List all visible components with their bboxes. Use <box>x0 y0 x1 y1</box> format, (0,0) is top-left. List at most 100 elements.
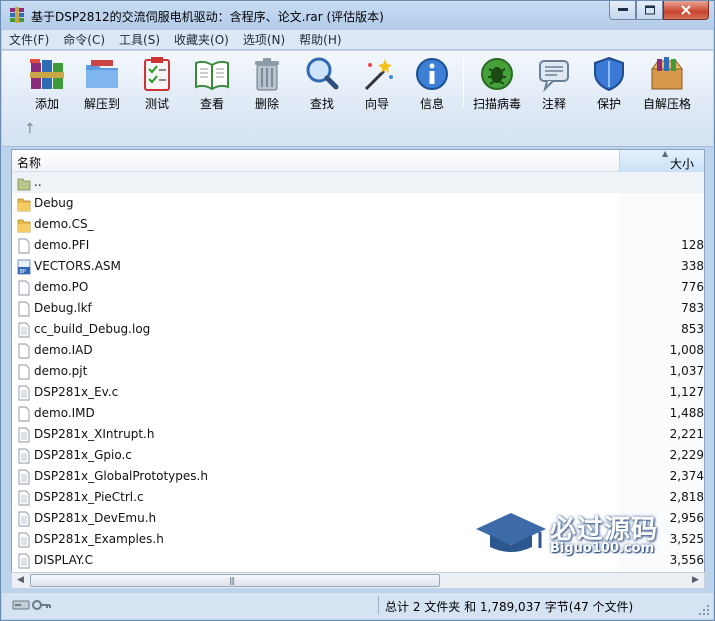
menu-options[interactable]: 选项(N) <box>236 30 292 50</box>
horizontal-scrollbar[interactable]: ◀ ||| ▶ <box>11 572 705 589</box>
file-icon <box>17 364 31 380</box>
close-icon <box>681 5 691 15</box>
file-name: Debug.lkf <box>34 301 92 315</box>
file-name: DSP281x_DevEmu.h <box>34 511 157 525</box>
file-name: DSP281x_XIntrupt.h <box>34 427 155 441</box>
virus-scan-icon <box>481 58 513 90</box>
folder-icon <box>17 175 31 191</box>
add-button[interactable]: 添加 <box>18 55 76 113</box>
table-row[interactable]: cc_build_Debug.log 853 <box>12 319 704 340</box>
svg-text:BP: BP <box>20 269 26 275</box>
file-icon <box>17 448 31 464</box>
winrar-window: 基于DSP2812的交流伺服电机驱动：含程序、论文.rar (评估版本) 文件(… <box>0 0 715 621</box>
column-header-size[interactable]: ▲ 大小 <box>619 150 704 172</box>
menu-bar: 文件(F) 命令(C) 工具(S) 收藏夹(O) 选项(N) 帮助(H) <box>2 30 713 50</box>
window-title: 基于DSP2812的交流伺服电机驱动：含程序、论文.rar (评估版本) <box>31 10 384 24</box>
test-label: 测试 <box>144 97 169 111</box>
table-row[interactable]: DSP281x_Gpio.c 2,229 <box>12 445 704 466</box>
minimize-icon <box>617 8 628 11</box>
file-name: cc_build_Debug.log <box>34 322 151 336</box>
file-icon <box>17 553 31 569</box>
table-row[interactable]: Debug.lkf 783 <box>12 298 704 319</box>
file-name: demo.IAD <box>34 343 93 357</box>
table-row[interactable]: DSP281x_XIntrupt.h 2,221 <box>12 424 704 445</box>
view-button[interactable]: 查看 <box>183 55 241 113</box>
table-row[interactable]: DSP281x_Ev.c 1,127 <box>12 382 704 403</box>
scroll-right-button[interactable]: ▶ <box>687 573 704 588</box>
file-size: 338 <box>681 259 704 273</box>
table-row[interactable]: demo.PO 776 <box>12 277 704 298</box>
minimize-button[interactable] <box>609 1 636 20</box>
sfx-button[interactable]: 自解压格 <box>638 55 696 113</box>
resize-grip-icon[interactable] <box>698 604 710 616</box>
table-row[interactable]: demo.IMD 1,488 <box>12 403 704 424</box>
table-row[interactable]: Debug <box>12 193 704 214</box>
view-book-icon <box>195 60 229 91</box>
sfx-label: 自解压格 <box>642 97 691 111</box>
add-books-icon <box>30 59 64 89</box>
info-button[interactable]: 信息 <box>403 55 461 113</box>
shield-icon <box>594 56 624 92</box>
menu-tools[interactable]: 工具(S) <box>112 30 167 50</box>
comment-button[interactable]: 注释 <box>525 55 583 113</box>
file-icon <box>17 301 31 317</box>
file-name: DSP281x_PieCtrl.c <box>34 490 144 504</box>
file-name: DSP281x_Ev.c <box>34 385 119 399</box>
file-size: 1,008 <box>669 343 704 357</box>
scroll-grip-icon: ||| <box>229 576 235 585</box>
scan-virus-button[interactable]: 扫描病毒 <box>468 55 526 113</box>
wizard-button[interactable]: 向导 <box>348 55 406 113</box>
file-size: 2,818 <box>669 490 704 504</box>
scroll-left-button[interactable]: ◀ <box>12 573 29 588</box>
wizard-label: 向导 <box>364 97 389 111</box>
status-summary: 总计 2 文件夹 和 1,789,037 字节(47 个文件) <box>385 600 634 614</box>
menu-command[interactable]: 命令(C) <box>56 30 112 50</box>
file-name: demo.PFI <box>34 238 90 252</box>
table-row[interactable]: demo.PFI 128 <box>12 235 704 256</box>
menu-help[interactable]: 帮助(H) <box>292 30 348 50</box>
protect-button[interactable]: 保护 <box>580 55 638 113</box>
maximize-button[interactable] <box>636 1 663 20</box>
info-label: 信息 <box>419 97 444 111</box>
drive-key-icon[interactable] <box>12 598 52 612</box>
menu-favorites[interactable]: 收藏夹(O) <box>167 30 236 50</box>
file-name: VECTORS.ASM <box>34 259 121 273</box>
close-button[interactable] <box>663 1 709 20</box>
table-row[interactable]: DSP281x_GlobalPrototypes.h 2,374 <box>12 466 704 487</box>
file-name: .. <box>34 175 42 189</box>
list-header: 名称 ▲ 大小 <box>12 150 704 172</box>
winrar-app-icon[interactable] <box>9 7 25 23</box>
table-row[interactable]: demo.pjt 1,037 <box>12 361 704 382</box>
scroll-thumb[interactable]: ||| <box>30 574 440 587</box>
file-icon <box>17 532 31 548</box>
sfx-box-icon <box>651 57 683 90</box>
file-size: 853 <box>681 322 704 336</box>
graduation-cap-icon <box>476 513 546 552</box>
table-row[interactable]: BP VECTORS.ASM 338 <box>12 256 704 277</box>
file-icon <box>17 511 31 527</box>
table-row[interactable]: demo.CS_ <box>12 214 704 235</box>
folder-icon <box>17 196 31 212</box>
extract-to-button[interactable]: 解压到 <box>73 55 131 113</box>
table-row[interactable]: demo.IAD 1,008 <box>12 340 704 361</box>
info-icon <box>416 58 448 90</box>
extract-folder-icon <box>86 60 118 88</box>
file-icon <box>17 322 31 338</box>
sort-ascending-icon: ▲ <box>662 149 669 158</box>
delete-button[interactable]: 删除 <box>238 55 296 113</box>
menu-file[interactable]: 文件(F) <box>2 30 56 50</box>
find-label: 查找 <box>309 97 334 111</box>
test-button[interactable]: 测试 <box>128 55 186 113</box>
table-row[interactable]: DSP281x_PieCtrl.c 2,818 <box>12 487 704 508</box>
file-icon <box>17 385 31 401</box>
title-bar[interactable]: 基于DSP2812的交流伺服电机驱动：含程序、论文.rar (评估版本) <box>1 1 714 30</box>
trash-can-icon <box>255 58 279 91</box>
table-row[interactable]: .. <box>12 172 704 193</box>
column-header-name[interactable]: 名称 <box>17 154 41 171</box>
file-size: 128 <box>681 238 704 252</box>
add-label: 添加 <box>34 97 59 111</box>
find-button[interactable]: 查找 <box>293 55 351 113</box>
up-one-level-button[interactable]: ↑ <box>24 121 36 137</box>
maximize-icon <box>644 5 655 15</box>
file-name: DISPLAY.C <box>34 553 93 567</box>
